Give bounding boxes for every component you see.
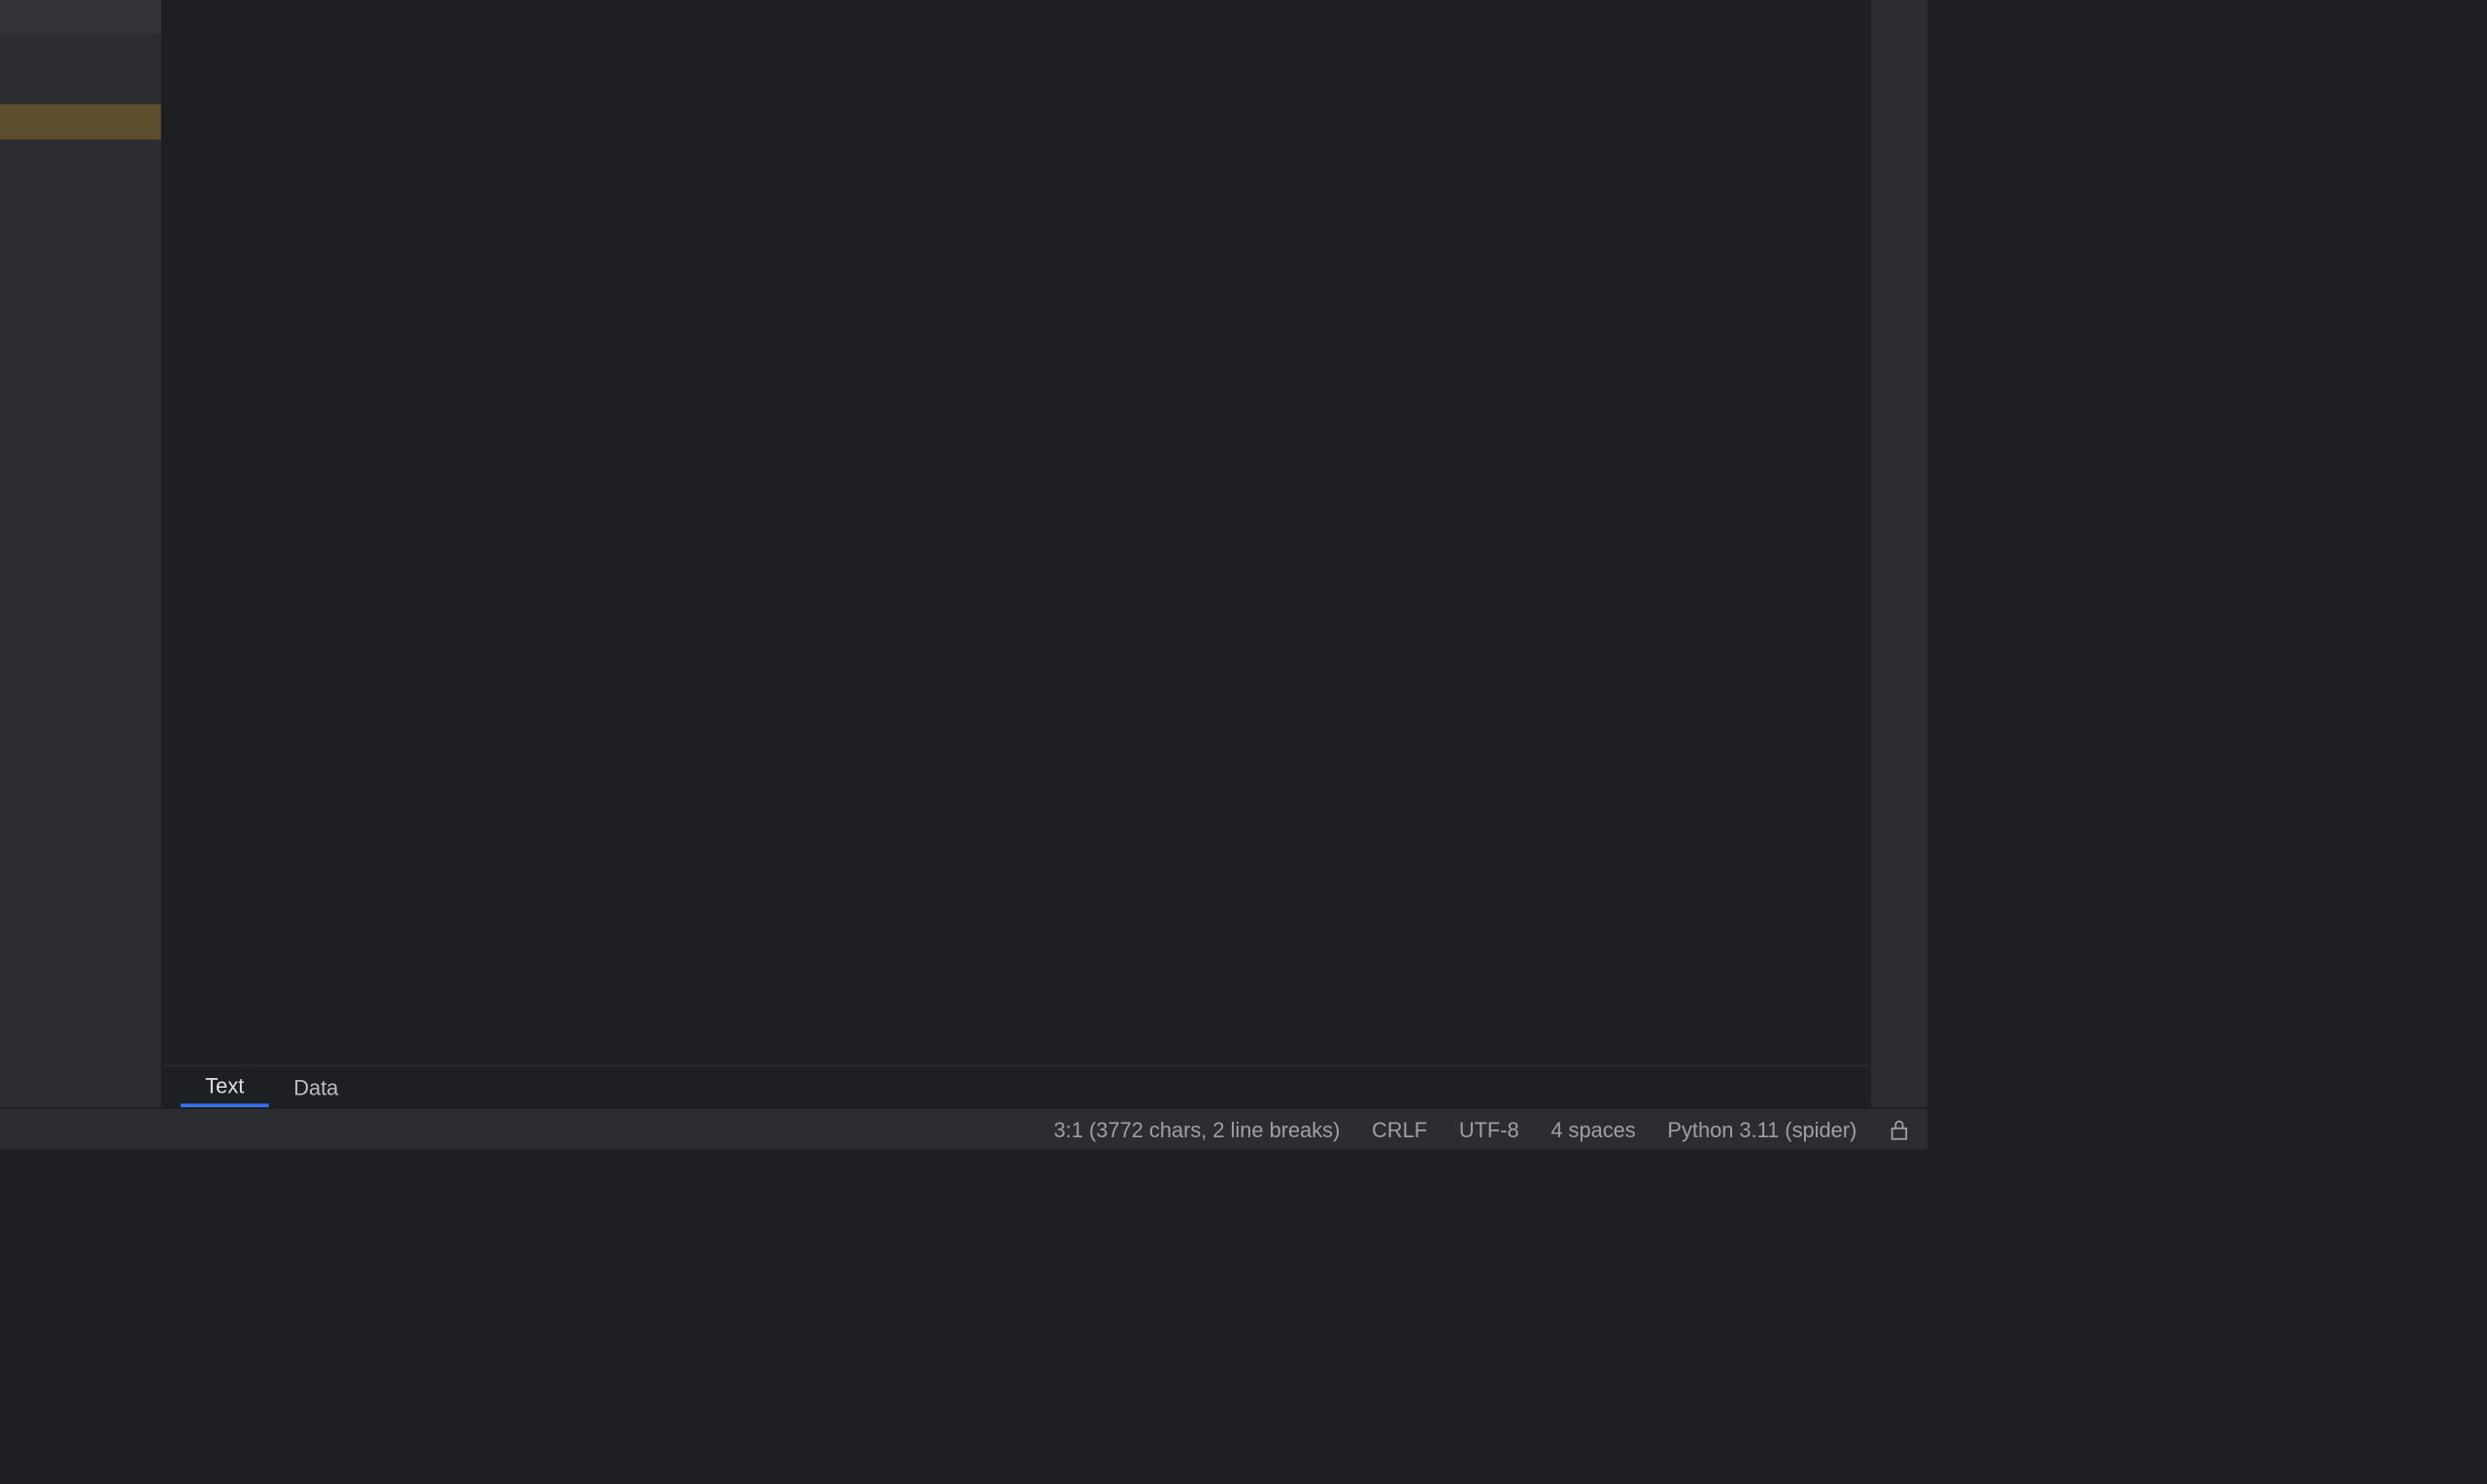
status-bar: spider › 🗀 36kr 3:1 (3772 chars, 2 line … [0, 1107, 1927, 1150]
line-separator[interactable]: CRLF [1372, 1117, 1427, 1141]
lock-icon[interactable] [1889, 1119, 1910, 1140]
tree-file-instagram[interactable]: ▸●instagram.py [0, 422, 161, 457]
tree-file-compress[interactable]: ▸●compress.py [0, 352, 161, 387]
data-view-tab[interactable]: Data [269, 1066, 363, 1107]
editor-area: ●36kr.py ≡36kr.csv✕ {}article.json ⋮ 1 2… [163, 0, 1869, 1107]
tree-folder-zhihu[interactable]: ▸🗀zhihu [0, 246, 161, 281]
tree-folder-jiuzhang-ai[interactable]: ▸🗀jiuzhang-ai [0, 0, 161, 34]
project-panel: Project ▾ ⋮ ─ ▾🗀 spider D:\develop\pytho… [0, 0, 163, 1107]
gutter: 1 2 3 [163, 0, 230, 1064]
tree-file-drawmooncake[interactable]: ▸●draw_moon_cake.py [0, 387, 161, 422]
tree-external-libraries[interactable]: ▸⫽External Libraries [0, 528, 161, 563]
tree-folder-nowcode[interactable]: ▸🗀nowcode [0, 34, 161, 69]
tree-folder-wechat[interactable]: ▸🗀wechat [0, 140, 161, 175]
indent[interactable]: 4 spaces [1550, 1117, 1635, 1141]
encoding[interactable]: UTF-8 [1459, 1117, 1519, 1141]
code-area[interactable]: 标题,作者,发布时间,原文地址,正文 车厂爆雷，电动车车主"成了半个修车师傅"：… [230, 0, 1869, 1064]
tree-folder-weibo[interactable]: ▸🗀weibo [0, 175, 161, 210]
editor-view-tabs: Text Data [163, 1064, 1869, 1107]
tree-folder-venv[interactable]: ▸🗀venvlibrary root [0, 104, 161, 139]
interpreter[interactable]: Python 3.11 (spider) [1667, 1117, 1857, 1141]
tree-scratches[interactable]: ▸☰Scratches and Consoles [0, 563, 161, 598]
tree-folder-server[interactable]: ▸🗀server [0, 69, 161, 104]
tree-folder-xchuxing[interactable]: ▸🗀xchuxing [0, 210, 161, 245]
tree-file-1json[interactable]: ▸{}1.json [0, 316, 161, 351]
tree-file-interview[interactable]: ▸●interview_spider.py [0, 457, 161, 492]
text-view-tab[interactable]: Text [181, 1066, 269, 1107]
editor-body[interactable]: 1 2 3 标题,作者,发布时间,原文地址,正文 车厂爆雷，电动车车主"成了半个… [163, 0, 1869, 1064]
tree-file-mooncake[interactable]: ▸●mooncake.py [0, 492, 161, 527]
right-toolstrip [1869, 0, 1927, 1107]
tree-file-gitignore[interactable]: ▸⊘.gitignore [0, 281, 161, 316]
project-tree[interactable]: ▾🗀 spider D:\develop\python_develop\spid… [0, 0, 161, 1107]
cursor-position[interactable]: 3:1 (3772 chars, 2 line breaks) [1054, 1117, 1341, 1141]
